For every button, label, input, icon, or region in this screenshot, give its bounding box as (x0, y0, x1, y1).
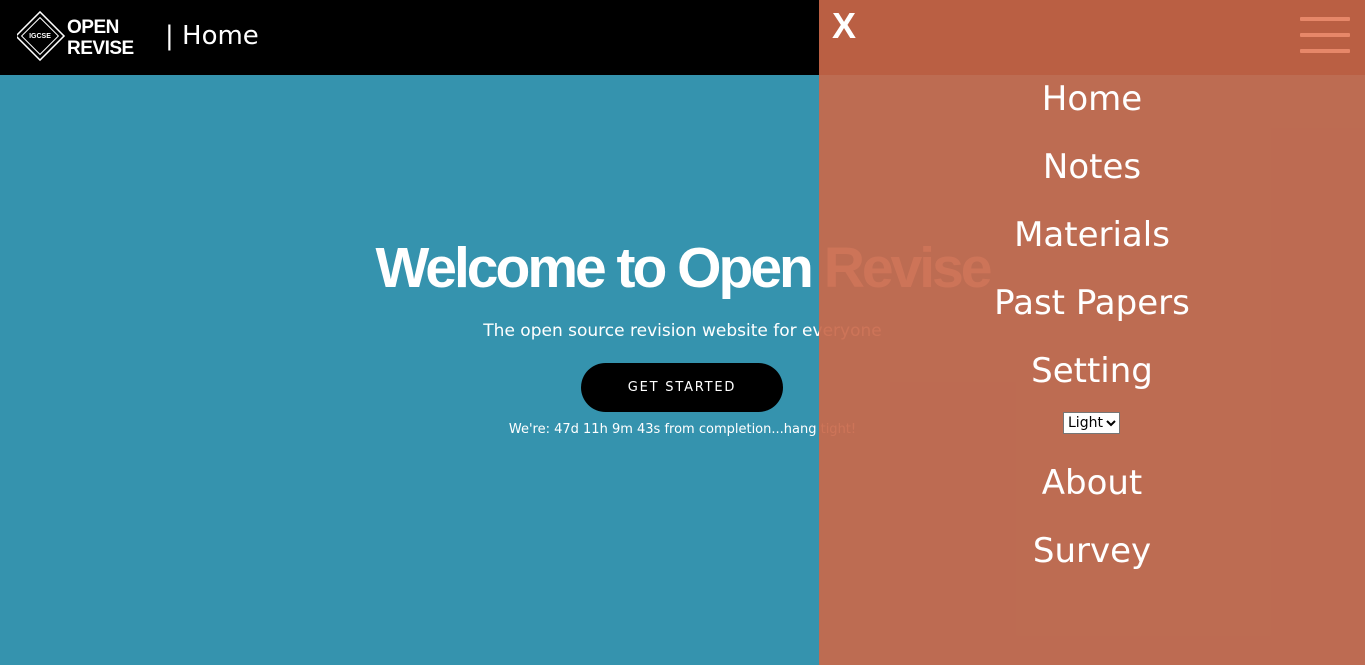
close-icon[interactable]: X (832, 5, 856, 47)
logo-badge-text: IGCSE (29, 33, 51, 40)
menu-item-about[interactable]: About (819, 461, 1365, 505)
menu-item-home[interactable]: Home (819, 77, 1365, 121)
get-started-button[interactable]: GET STARTED (581, 363, 783, 412)
menu-item-setting[interactable]: Setting (819, 349, 1365, 393)
theme-select[interactable]: Light (1063, 412, 1120, 434)
hamburger-menu-icon[interactable] (1300, 17, 1350, 55)
logo-line-2: REVISE (67, 38, 134, 59)
side-menu-overlay: X Home Notes Materials Past Papers Setti… (819, 0, 1365, 665)
menu-item-past-papers[interactable]: Past Papers (819, 281, 1365, 325)
open-revise-logo[interactable]: IGCSE OPEN REVISE (17, 10, 137, 64)
overlay-header-band (819, 0, 1365, 75)
menu-item-survey[interactable]: Survey (819, 529, 1365, 573)
logo-line-1: OPEN (67, 17, 119, 38)
menu-item-notes[interactable]: Notes (819, 145, 1365, 189)
page-title: | Home (165, 21, 259, 51)
menu-item-materials[interactable]: Materials (819, 213, 1365, 257)
